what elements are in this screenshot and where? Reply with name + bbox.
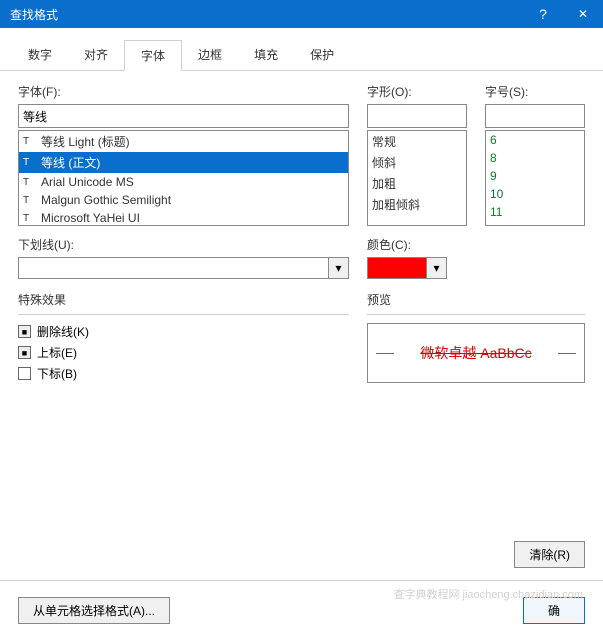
font-list-item[interactable]: TArial Unicode MS	[19, 173, 348, 191]
font-list-item[interactable]: TMalgun Gothic Semilight	[19, 191, 348, 209]
tab-5[interactable]: 保护	[294, 40, 350, 70]
font-label: 字体(F):	[18, 83, 349, 100]
font-listbox[interactable]: T等线 Light (标题)T等线 (正文)TArial Unicode MST…	[18, 130, 349, 226]
content-area: 字体(F): T等线 Light (标题)T等线 (正文)TArial Unic…	[0, 71, 603, 398]
titlebar: 查找格式 ? ✕	[0, 0, 603, 28]
color-combo[interactable]: ▾	[367, 257, 447, 279]
tab-0[interactable]: 数字	[12, 40, 68, 70]
preview-baseline-icon	[558, 353, 576, 354]
color-swatch	[367, 257, 427, 279]
superscript-checkbox[interactable]: ■ 上标(E)	[18, 344, 349, 361]
tab-3[interactable]: 边框	[182, 40, 238, 70]
divider	[367, 314, 585, 315]
style-label: 字形(O):	[367, 83, 467, 100]
preview-baseline-icon	[376, 353, 394, 354]
dialog-title: 查找格式	[10, 6, 523, 23]
tab-strip: 数字对齐字体边框填充保护	[0, 28, 603, 71]
ok-button[interactable]: 确	[523, 597, 585, 624]
underline-value	[18, 257, 329, 279]
style-list-item[interactable]: 加粗	[368, 173, 466, 194]
subscript-checkbox[interactable]: 下标(B)	[18, 365, 349, 382]
subscript-label: 下标(B)	[37, 365, 77, 382]
preview-label: 预览	[367, 291, 585, 308]
font-list-item[interactable]: TMicrosoft YaHei UI	[19, 209, 348, 226]
tab-1[interactable]: 对齐	[68, 40, 124, 70]
underline-label: 下划线(U):	[18, 236, 349, 253]
from-cell-button[interactable]: 从单元格选择格式(A)...	[18, 597, 170, 624]
size-list-item[interactable]: 10	[486, 185, 584, 203]
effects-label: 特殊效果	[18, 291, 349, 308]
style-list-item[interactable]: 常规	[368, 131, 466, 152]
size-list-item[interactable]: 6	[486, 131, 584, 149]
divider	[18, 314, 349, 315]
clear-button[interactable]: 清除(R)	[514, 541, 585, 568]
color-label: 颜色(C):	[367, 236, 585, 253]
checkbox-icon	[18, 367, 31, 380]
font-list-item[interactable]: T等线 (正文)	[19, 152, 348, 173]
font-list-item[interactable]: T等线 Light (标题)	[19, 131, 348, 152]
underline-dropdown-button[interactable]: ▾	[329, 257, 349, 279]
checkbox-icon: ■	[18, 325, 31, 338]
font-type-icon: T	[23, 177, 37, 188]
size-list-item[interactable]: 11	[486, 203, 584, 221]
close-button[interactable]: ✕	[563, 0, 603, 28]
size-list-item[interactable]: 12	[486, 221, 584, 226]
chevron-down-icon: ▾	[433, 261, 439, 275]
checkbox-icon: ■	[18, 346, 31, 359]
style-listbox[interactable]: 常规倾斜加粗加粗倾斜	[367, 130, 467, 226]
close-icon: ✕	[578, 7, 588, 21]
size-list-item[interactable]: 9	[486, 167, 584, 185]
underline-combo[interactable]: ▾	[18, 257, 349, 279]
font-type-icon: T	[23, 213, 37, 224]
tab-2[interactable]: 字体	[124, 40, 182, 71]
superscript-label: 上标(E)	[37, 344, 77, 361]
font-type-icon: T	[23, 195, 37, 206]
size-list-item[interactable]: 8	[486, 149, 584, 167]
style-list-item[interactable]: 倾斜	[368, 152, 466, 173]
preview-box: 微软卓越 AaBbCc	[367, 323, 585, 383]
tab-4[interactable]: 填充	[238, 40, 294, 70]
strike-checkbox[interactable]: ■ 删除线(K)	[18, 323, 349, 340]
style-list-item[interactable]: 加粗倾斜	[368, 194, 466, 215]
strike-label: 删除线(K)	[37, 323, 89, 340]
divider	[0, 580, 603, 581]
font-type-icon: T	[23, 157, 37, 168]
size-input[interactable]	[485, 104, 585, 128]
size-label: 字号(S):	[485, 83, 585, 100]
help-button[interactable]: ?	[523, 0, 563, 28]
chevron-down-icon: ▾	[335, 261, 341, 275]
style-input[interactable]	[367, 104, 467, 128]
font-input[interactable]	[18, 104, 349, 128]
color-dropdown-button[interactable]: ▾	[427, 257, 447, 279]
size-listbox[interactable]: 689101112	[485, 130, 585, 226]
font-type-icon: T	[23, 136, 37, 147]
preview-text: 微软卓越 AaBbCc	[420, 343, 531, 363]
